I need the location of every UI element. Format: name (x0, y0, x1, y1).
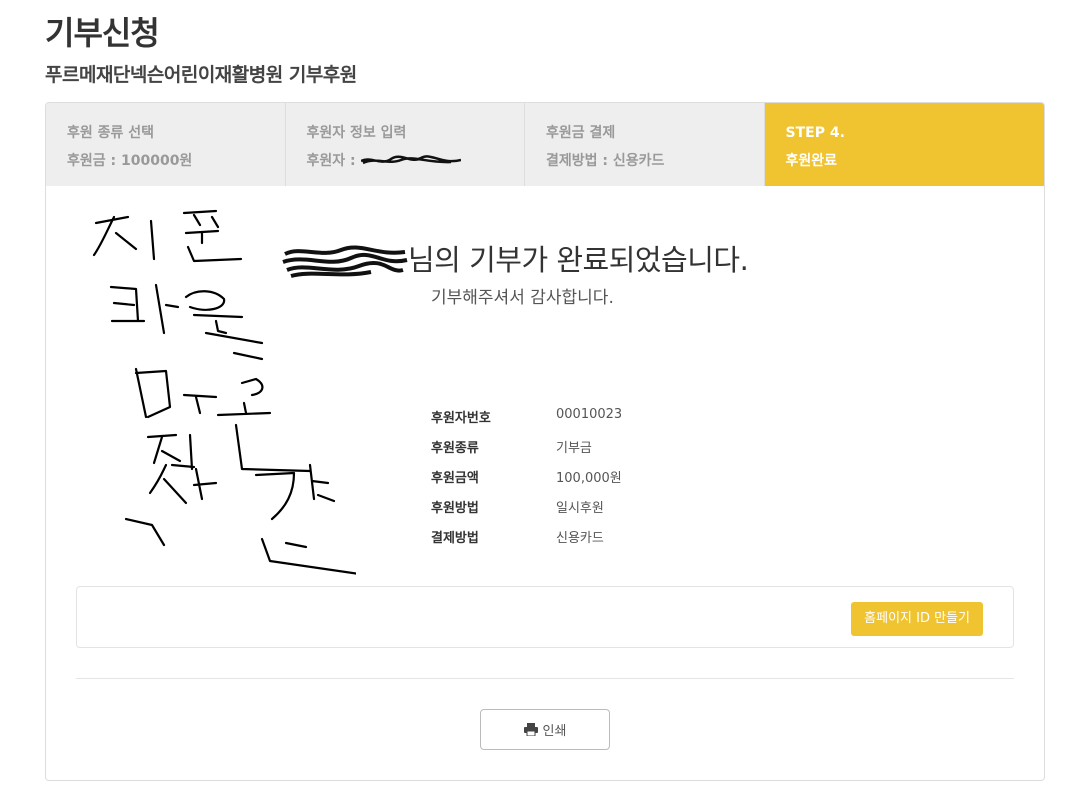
make-homepage-id-button[interactable]: 홈페이지 ID 만들기 (851, 602, 983, 636)
step-1-title: 후원 종류 선택 (67, 125, 155, 141)
detail-value: 일시후원 (556, 501, 604, 516)
completion-message-text: 님의 기부가 완료되었습니다. (408, 243, 749, 277)
step-4-active: STEP 4. 후원완료 (764, 103, 1044, 186)
step-4-title: STEP 4. (785, 125, 845, 141)
detail-label: 후원금액 (431, 471, 479, 486)
page-subtitle: 푸르메재단넥슨어린이재활병원 기부후원 (45, 64, 357, 86)
print-button[interactable]: 인쇄 (480, 709, 610, 750)
detail-value: 100,000원 (556, 471, 622, 486)
donation-details: 후원자번호 00010023 후원종류 기부금 후원금액 100,000원 후원… (431, 407, 622, 557)
detail-value: 00010023 (556, 407, 623, 422)
detail-value: 기부금 (556, 441, 592, 456)
detail-label: 결제방법 (431, 531, 479, 546)
step-3-detail: 결제방법 : 신용카드 (546, 153, 665, 169)
detail-label: 후원종류 (431, 441, 479, 456)
detail-value: 신용카드 (556, 531, 604, 546)
homepage-id-panel: 홈페이지 ID 만들기 (76, 586, 1014, 648)
detail-row: 후원방법 일시후원 (431, 497, 622, 527)
step-1-detail: 후원금 : 100000원 (67, 153, 193, 169)
completion-message: 님의 기부가 완료되었습니다. (281, 237, 749, 280)
step-2-detail-row: 후원자 : (307, 147, 525, 175)
redaction-scribble (282, 245, 408, 278)
detail-row: 후원종류 기부금 (431, 437, 622, 467)
thanks-message: 기부해주셔서 감사합니다. (431, 288, 614, 308)
donation-card: 후원 종류 선택 후원금 : 100000원 후원자 정보 입력 후원자 : 후… (45, 102, 1045, 781)
step-3-title: 후원금 결제 (546, 125, 616, 141)
step-2-detail: 후원자 : (306, 153, 361, 169)
redaction-scribble (360, 155, 461, 165)
detail-row: 후원금액 100,000원 (431, 467, 622, 497)
step-2: 후원자 정보 입력 후원자 : (285, 103, 526, 186)
detail-label: 후원자번호 (431, 411, 491, 426)
print-icon (523, 723, 538, 736)
print-label: 인쇄 (542, 724, 567, 739)
detail-label: 후원방법 (431, 501, 479, 516)
step-3: 후원금 결제 결제방법 : 신용카드 (525, 103, 765, 186)
divider (76, 678, 1014, 679)
detail-row: 결제방법 신용카드 (431, 527, 622, 557)
step-2-title: 후원자 정보 입력 (306, 125, 407, 141)
step-4-detail: 후원완료 (785, 153, 838, 169)
step-1: 후원 종류 선택 후원금 : 100000원 (46, 103, 286, 186)
detail-row: 후원자번호 00010023 (431, 407, 622, 437)
page-title: 기부신청 (45, 14, 160, 52)
step-progress: 후원 종류 선택 후원금 : 100000원 후원자 정보 입력 후원자 : 후… (46, 103, 1044, 186)
